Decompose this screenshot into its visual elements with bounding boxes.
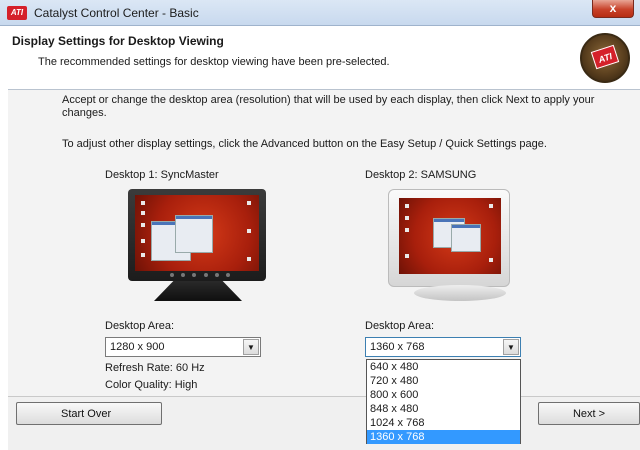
next-button[interactable]: Next >	[538, 402, 640, 425]
desktop2-label: Desktop 2: SAMSUNG	[365, 169, 477, 181]
ati-logo-icon: ATI	[7, 6, 27, 20]
desktop1-color-quality: Color Quality: High	[105, 379, 198, 391]
desktop1-area-value: 1280 x 900	[110, 341, 165, 353]
monitor-1-buttons	[170, 273, 230, 278]
monitor-2-screen	[399, 198, 501, 274]
desktop2-area-dropdown-list[interactable]: 640 x 480 720 x 480 800 x 600 848 x 480 …	[366, 359, 521, 444]
dropdown-option[interactable]: 720 x 480	[367, 374, 520, 388]
dropdown-option[interactable]: 800 x 600	[367, 388, 520, 402]
page-subtitle: The recommended settings for desktop vie…	[38, 56, 390, 68]
desktop1-area-select[interactable]: 1280 x 900 ▼	[105, 337, 261, 357]
header-panel: Display Settings for Desktop Viewing The…	[8, 27, 640, 87]
monitor-2-image	[386, 189, 526, 307]
desktop2-area-select[interactable]: 1360 x 768 ▼	[365, 337, 521, 357]
page-title: Display Settings for Desktop Viewing	[12, 34, 224, 48]
desktop2-area-value: 1360 x 768	[370, 341, 425, 353]
monitor-2-stand	[414, 285, 506, 301]
monitor-2-bezel	[388, 189, 510, 287]
monitor-1-screen	[135, 195, 259, 271]
desktop1-refresh-rate: Refresh Rate: 60 Hz	[105, 362, 205, 374]
desktop1-area-label: Desktop Area:	[105, 320, 175, 332]
dropdown-option[interactable]: 848 x 480	[367, 402, 520, 416]
instruction-text-1: Accept or change the desktop area (resol…	[62, 94, 595, 119]
desktop1-label: Desktop 1: SyncMaster	[105, 169, 219, 181]
dropdown-option[interactable]: 1024 x 768	[367, 416, 520, 430]
ati-badge-icon: ATI	[580, 33, 630, 83]
title-bar: ATI Catalyst Control Center - Basic x	[0, 0, 640, 26]
chevron-down-icon[interactable]: ▼	[243, 339, 259, 355]
monitor-1-bezel	[128, 189, 266, 281]
desktop2-area-label: Desktop Area:	[365, 320, 435, 332]
close-button[interactable]: x	[592, 0, 634, 18]
dropdown-option[interactable]: 640 x 480	[367, 360, 520, 374]
ati-badge-text: ATI	[590, 44, 620, 70]
start-over-button[interactable]: Start Over	[16, 402, 162, 425]
monitor-1-stand	[154, 281, 242, 301]
content-panel: Accept or change the desktop area (resol…	[8, 90, 640, 396]
dropdown-option-selected[interactable]: 1360 x 768	[367, 430, 520, 444]
button-bar: Start Over Next >	[8, 396, 640, 450]
monitor-1-image	[124, 189, 272, 307]
instruction-text-2: To adjust other display settings, click …	[62, 138, 547, 150]
chevron-down-icon[interactable]: ▼	[503, 339, 519, 355]
window-title: Catalyst Control Center - Basic	[34, 6, 199, 20]
